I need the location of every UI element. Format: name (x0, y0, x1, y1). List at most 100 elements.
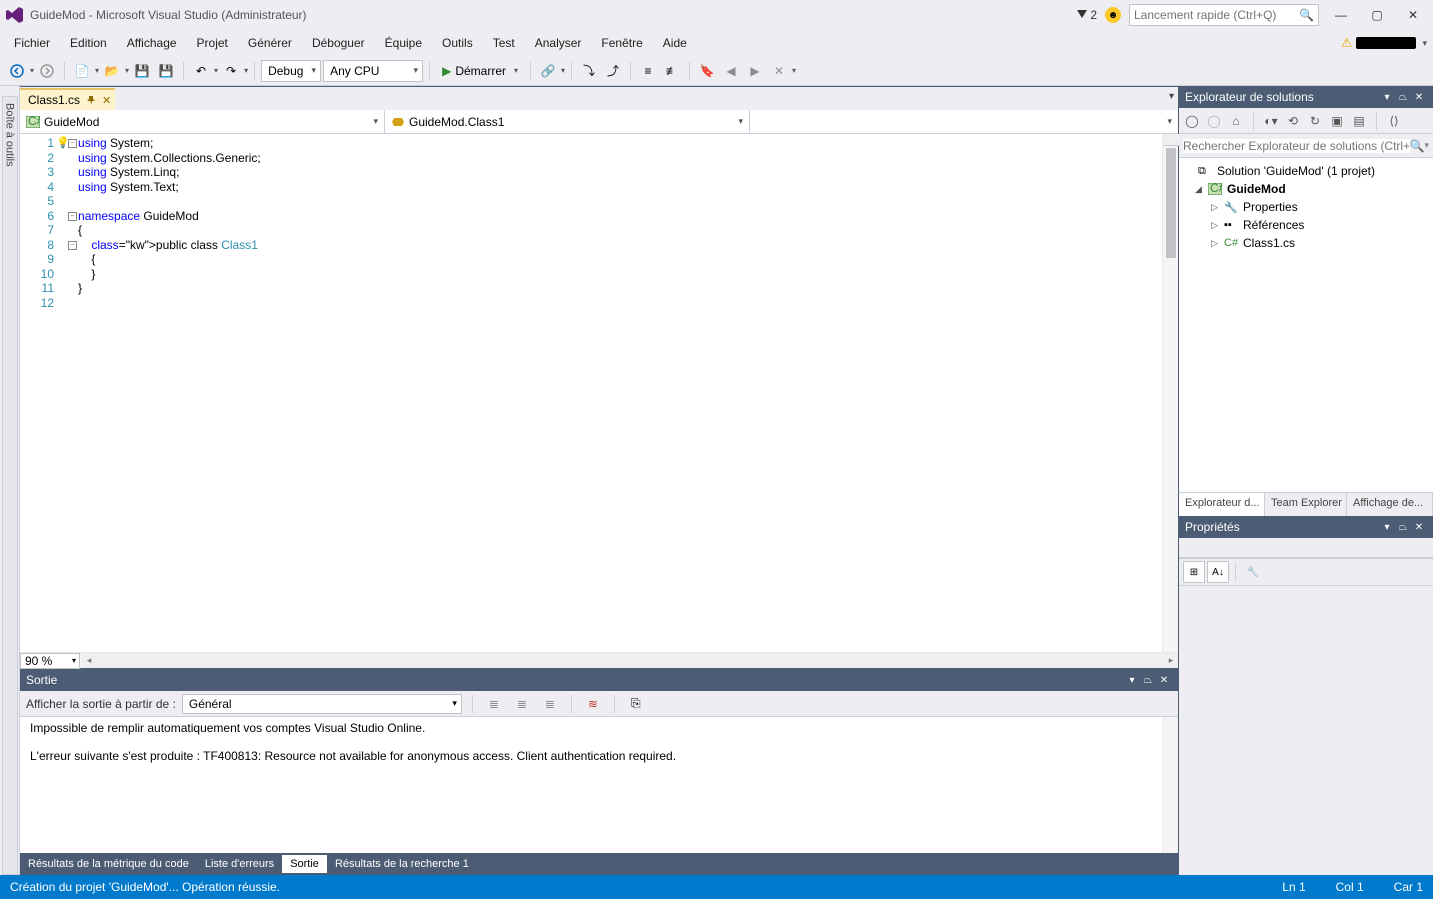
properties-grid[interactable] (1179, 586, 1433, 875)
tab-solution-explorer[interactable]: Explorateur d... (1179, 493, 1265, 516)
menu-deboguer[interactable]: Déboguer (304, 33, 373, 53)
solution-explorer-header[interactable]: Explorateur de solutions ▾ ⏢ ✕ (1179, 86, 1433, 108)
menu-outils[interactable]: Outils (434, 33, 481, 53)
collapse-icon[interactable]: ▣ (1328, 114, 1346, 128)
menu-generer[interactable]: Générer (240, 33, 300, 53)
pin-icon[interactable]: ⏢ (1140, 675, 1156, 686)
pin-icon[interactable] (86, 95, 96, 105)
pin-icon[interactable]: ⏢ (1395, 92, 1411, 103)
solution-tree[interactable]: ⧉ Solution 'GuideMod' (1 projet) ◢C# Gui… (1179, 158, 1433, 492)
code-text-area[interactable]: using System; using System.Collections.G… (68, 134, 1162, 652)
home-icon[interactable]: ⌂ (1227, 114, 1245, 128)
step-over-button[interactable]: ⤴ (602, 60, 624, 82)
tab-error-list[interactable]: Liste d'erreurs (197, 855, 282, 873)
redo-button[interactable]: ↷ (220, 60, 242, 82)
toggle-wordwrap-button[interactable]: ≋ (582, 693, 604, 715)
clear-bookmarks-button[interactable]: ✕ (768, 60, 790, 82)
chevron-down-icon[interactable]: ▾ (1422, 38, 1427, 49)
start-debug-button[interactable]: ▶Démarrer▾ (436, 60, 524, 82)
pin-icon[interactable]: ⏢ (1395, 522, 1411, 533)
output-header[interactable]: Sortie ▾ ⏢ ✕ (20, 669, 1178, 691)
close-button[interactable]: ✕ (1399, 5, 1427, 25)
vertical-scrollbar[interactable] (1162, 134, 1178, 652)
close-panel-icon[interactable]: ✕ (1411, 92, 1427, 103)
notifications-indicator[interactable]: 2 (1076, 8, 1097, 22)
tab-class-view[interactable]: Affichage de... (1347, 493, 1433, 516)
split-box[interactable] (1163, 134, 1179, 146)
properties-node[interactable]: ▷🔧 Properties (1181, 198, 1431, 216)
maximize-button[interactable]: ▢ (1363, 5, 1391, 25)
nav-scope-combo[interactable]: C# GuideMod (20, 110, 385, 133)
document-tab-class1[interactable]: Class1.cs ✕ (20, 88, 115, 110)
quick-launch-box[interactable]: 🔍 (1129, 4, 1319, 26)
tab-code-metrics[interactable]: Résultats de la métrique du code (20, 855, 197, 873)
open-file-button[interactable]: 📂 (101, 60, 123, 82)
alphabetical-button[interactable]: A↓ (1207, 561, 1229, 583)
clear-output-button[interactable]: ≣ (539, 693, 561, 715)
code-editor[interactable]: 💡 − − − 123456789101112 using System; us… (20, 134, 1178, 652)
nav-member-combo[interactable] (750, 110, 1178, 133)
menu-fichier[interactable]: Fichier (6, 33, 58, 53)
new-project-button[interactable]: 📄 (71, 60, 93, 82)
menu-test[interactable]: Test (485, 33, 523, 53)
nav-forward-button[interactable] (36, 60, 58, 82)
browser-link-button[interactable]: 🔗 (537, 60, 559, 82)
window-position-icon[interactable]: ▾ (1379, 522, 1395, 533)
back-icon[interactable]: ◯ (1183, 114, 1201, 128)
refresh-icon[interactable]: ↻ (1306, 114, 1324, 128)
warning-icon[interactable]: ⚠ (1341, 35, 1353, 51)
prev-bookmark-button[interactable]: ◀ (720, 60, 742, 82)
forward-icon[interactable]: ◯ (1205, 114, 1223, 128)
menu-affichage[interactable]: Affichage (119, 33, 185, 53)
property-pages-button[interactable]: 🔧 (1242, 561, 1264, 583)
nav-back-button[interactable] (6, 60, 28, 82)
minimize-button[interactable]: — (1327, 5, 1355, 25)
platform-combo[interactable]: Any CPU (323, 60, 423, 82)
menu-edition[interactable]: Edition (62, 33, 115, 53)
goto-next-button[interactable]: ≣ (511, 693, 533, 715)
nav-type-combo[interactable]: GuideMod.Class1 (385, 110, 750, 133)
bookmark-button[interactable]: 🔖 (696, 60, 718, 82)
save-button[interactable]: 💾 (131, 60, 153, 82)
next-bookmark-button[interactable]: ▶ (744, 60, 766, 82)
save-all-button[interactable]: 💾 (155, 60, 177, 82)
outlining-margin[interactable]: − − − (68, 136, 77, 253)
window-position-icon[interactable]: ▾ (1124, 675, 1140, 686)
quick-launch-input[interactable] (1134, 8, 1299, 22)
solution-explorer-search[interactable]: 🔍▾ (1179, 134, 1433, 158)
close-panel-icon[interactable]: ✕ (1156, 675, 1172, 686)
menu-equipe[interactable]: Équipe (377, 33, 430, 53)
file-node-class1[interactable]: ▷C# Class1.cs (1181, 234, 1431, 252)
menu-analyser[interactable]: Analyser (527, 33, 590, 53)
goto-prev-button[interactable]: ≣ (483, 693, 505, 715)
properties-header[interactable]: Propriétés ▾ ⏢ ✕ (1179, 516, 1433, 538)
step-into-button[interactable]: ⤵ (578, 60, 600, 82)
active-files-dropdown[interactable]: ▾ (1169, 91, 1174, 102)
tab-output[interactable]: Sortie (282, 855, 327, 873)
uncomment-button[interactable]: ≢ (661, 60, 683, 82)
close-panel-icon[interactable]: ✕ (1411, 522, 1427, 533)
toggle-scroll-button[interactable]: ⎘ (625, 693, 647, 715)
toolbox-collapsed[interactable]: Boîte à outils (0, 86, 20, 875)
menu-projet[interactable]: Projet (189, 33, 236, 53)
zoom-combo[interactable]: 90 % (20, 653, 80, 669)
show-all-icon[interactable]: ▤ (1350, 114, 1368, 128)
menu-fenetre[interactable]: Fenêtre (593, 33, 650, 53)
configuration-combo[interactable]: Debug (261, 60, 321, 82)
sync-icon[interactable]: ⟲ (1284, 114, 1302, 128)
tab-find-results[interactable]: Résultats de la recherche 1 (327, 855, 477, 873)
output-source-combo[interactable]: Général (182, 694, 462, 714)
scope-icon[interactable]: ◐▾ (1262, 114, 1280, 128)
feedback-icon[interactable]: ☻ (1105, 7, 1121, 23)
solution-search-input[interactable] (1183, 139, 1410, 153)
toolbox-tab-label[interactable]: Boîte à outils (2, 96, 18, 875)
output-text[interactable]: Impossible de remplir automatiquement vo… (20, 717, 1178, 853)
project-node[interactable]: ◢C# GuideMod (1181, 180, 1431, 198)
tab-team-explorer[interactable]: Team Explorer (1265, 493, 1347, 516)
comment-button[interactable]: ≡ (637, 60, 659, 82)
output-scrollbar[interactable] (1162, 717, 1178, 853)
account-indicator[interactable] (1356, 37, 1416, 49)
undo-button[interactable]: ↶ (190, 60, 212, 82)
properties-icon[interactable]: ⟨⟩ (1385, 114, 1403, 128)
tab-close-icon[interactable]: ✕ (102, 94, 111, 107)
